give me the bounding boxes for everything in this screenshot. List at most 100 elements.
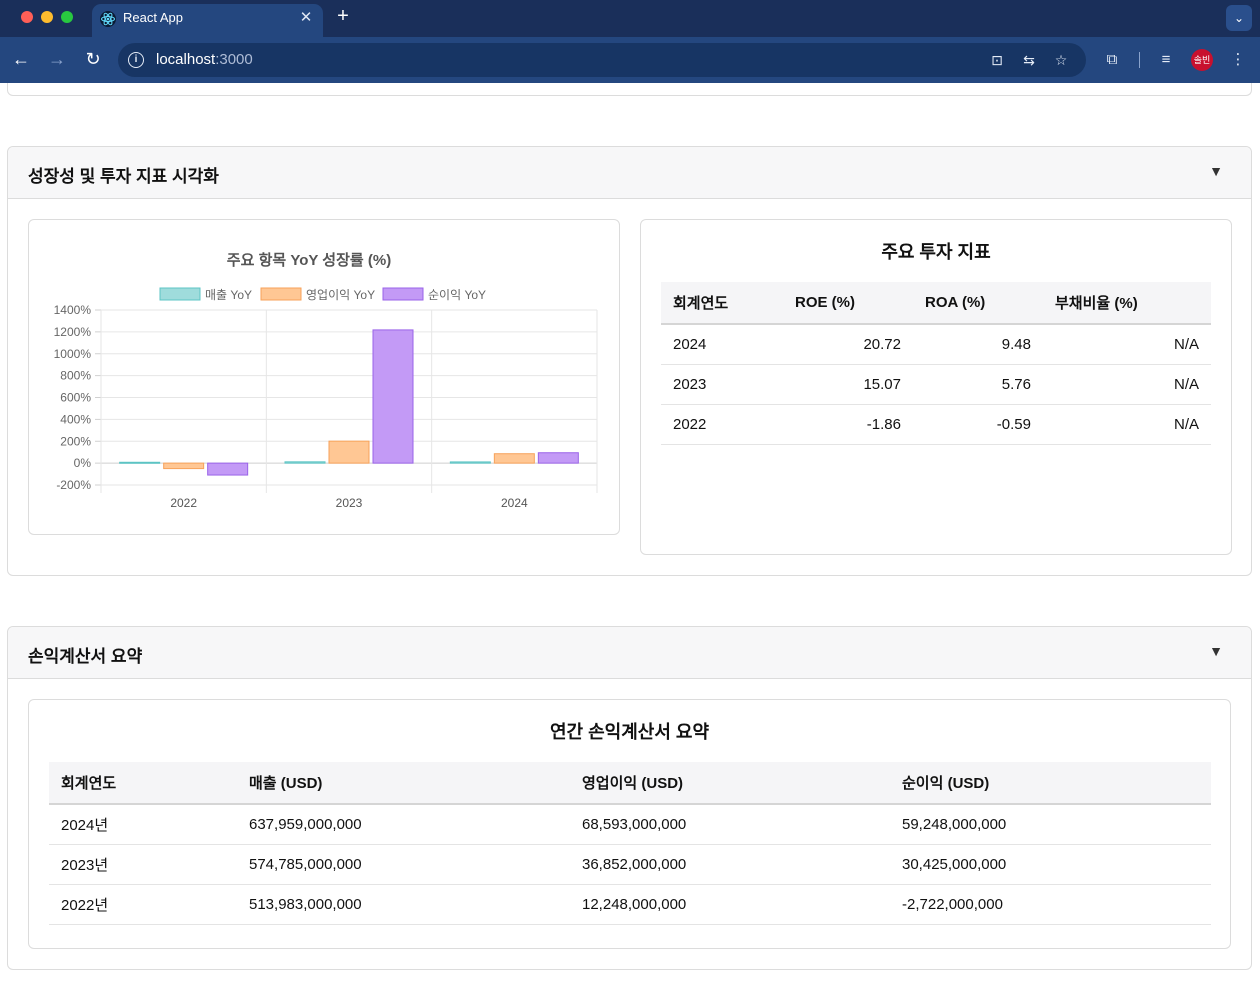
table-row: 2023년 574,785,000,000 36,852,000,000 30,… [49,844,1211,885]
table-header-row: 회계연도 매출 (USD) 영업이익 (USD) 순이익 (USD) [49,762,1211,805]
chart-bar [449,461,491,464]
tab-title: React App [123,10,183,25]
y-axis-ticks: 1400% 1200% 1000% 800% 600% 400% 200% 0% -200% [54,303,92,492]
media-control-icon[interactable]: ≡ [1155,49,1177,71]
legend-swatch [382,287,424,301]
chart-bar [537,452,579,464]
table-cell: 30,425,000,000 [890,844,1211,885]
install-app-icon[interactable]: ⊡ [987,50,1007,70]
column-header: 순이익 (USD) [890,762,1211,805]
table-cell: 2023년 [49,844,237,885]
table-header-row: 회계연도 ROE (%) ROA (%) 부채비율 (%) [661,282,1211,325]
column-header: ROA (%) [913,282,1043,325]
reload-button[interactable]: ↻ [81,47,105,71]
x-tick-label: 2022 [170,496,197,510]
table-cell: 2022년 [49,884,237,925]
table-cell: 637,959,000,000 [237,804,570,845]
income-summary-card: 연간 손익계산서 요약 회계연도 매출 (USD) 영업이익 (USD) 순이익… [28,699,1231,949]
back-button[interactable]: ← [9,47,33,71]
section-header[interactable]: 성장성 및 투자 지표 시각화 ▼ [8,147,1251,199]
tab-search-button[interactable]: ⌄ [1226,5,1252,31]
table-row: 2022 -1.86 -0.59 N/A [661,404,1211,445]
y-tick-label: 600% [60,391,91,405]
collapse-toggle-icon[interactable]: ▼ [1209,163,1223,179]
section-header[interactable]: 손익계산서 요약 ▼ [8,627,1251,679]
yoy-chart-card: 주요 항목 YoY 성장률 (%) 매출 YoY 영업이익 YoY 순이익 YoY … [28,219,620,535]
toolbar-divider [1139,52,1140,68]
legend-swatch [260,287,302,301]
bookmark-star-icon[interactable]: ☆ [1051,50,1071,70]
y-tick-label: 1200% [54,325,92,339]
column-header: 회계연도 [49,762,237,805]
yoy-growth-chart: 주요 항목 YoY 성장률 (%) 매출 YoY 영업이익 YoY 순이익 YoY … [54,251,598,510]
column-header: 부채비율 (%) [1043,282,1211,325]
table-row: 2024년 637,959,000,000 68,593,000,000 59,… [49,804,1211,845]
forward-button[interactable]: → [45,47,69,71]
tab-close-icon[interactable]: ✕ [298,8,314,26]
x-tick-label: 2024 [501,496,528,510]
chart-bar [493,453,535,464]
table-cell: -1.86 [783,404,913,445]
table-cell: 2022 [661,404,783,445]
collapse-toggle-icon[interactable]: ▼ [1209,643,1223,659]
y-tick-label: -200% [56,478,91,492]
extensions-icon[interactable]: ⧉ [1101,49,1123,71]
y-tick-label: 400% [60,412,91,426]
y-tick-label: 1400% [54,303,92,317]
chart-bars [119,329,579,476]
site-info-icon[interactable]: i [128,52,144,68]
table-cell: 2024년 [49,804,237,845]
income-statement-section: 손익계산서 요약 ▼ 연간 손익계산서 요약 회계연도 매출 (USD) 영업이… [7,626,1252,970]
table-cell: 9.48 [913,324,1043,365]
profile-avatar[interactable]: 솔빈 [1191,49,1213,71]
table-row: 2023 15.07 5.76 N/A [661,364,1211,405]
url-port: :3000 [215,51,253,68]
close-window-button[interactable] [21,11,33,23]
new-tab-button[interactable]: + [333,4,353,28]
table-row: 2024 20.72 9.48 N/A [661,324,1211,365]
menu-kebab-icon[interactable]: ⋮ [1227,49,1249,71]
y-tick-label: 1000% [54,347,92,361]
growth-investment-section: 성장성 및 투자 지표 시각화 ▼ 주요 항목 YoY 성장률 (%) 매출 Y… [7,146,1252,576]
minimize-window-button[interactable] [41,11,53,23]
browser-tab[interactable]: React App ✕ [92,4,323,37]
x-axis-ticks: 2022 2023 2024 [170,496,528,510]
address-bar[interactable]: i localhost:3000 ⊡ ⇆ ☆ [118,43,1086,77]
y-tick-label: 800% [60,369,91,383]
x-tick-label: 2023 [336,496,363,510]
chart-bar [207,462,249,476]
investment-metrics-card: 주요 투자 지표 회계연도 ROE (%) ROA (%) 부채비율 (%) 2… [640,219,1232,555]
react-logo-icon [100,11,116,27]
url-host: localhost [156,51,216,68]
table-cell: 20.72 [783,324,913,365]
chart-bar [119,461,161,464]
browser-toolbar: ← → ↻ i localhost:3000 ⊡ ⇆ ☆ ⧉ ≡ 솔빈 ⋮ [0,37,1260,83]
column-header: 회계연도 [661,282,783,325]
browser-tab-bar: React App ✕ + ⌄ [0,0,1260,37]
section-title: 성장성 및 투자 지표 시각화 [28,167,219,186]
column-header: 영업이익 (USD) [570,762,890,805]
chart-bar [372,329,414,464]
table-cell: N/A [1043,364,1211,405]
section-title: 손익계산서 요약 [28,647,143,666]
table-cell: 12,248,000,000 [570,884,890,925]
chart-bar [328,440,370,464]
table-cell: 59,248,000,000 [890,804,1211,845]
legend-label: 영업이익 YoY [306,288,375,302]
table-cell: -0.59 [913,404,1043,445]
card-title: 주요 투자 지표 [881,242,991,262]
previous-section-card [7,83,1252,96]
table-row: 2022년 513,983,000,000 12,248,000,000 -2,… [49,884,1211,925]
legend-swatch [159,287,201,301]
card-title: 연간 손익계산서 요약 [549,722,710,742]
table-cell: 68,593,000,000 [570,804,890,845]
translate-icon[interactable]: ⇆ [1019,50,1039,70]
y-tick-label: 200% [60,434,91,448]
maximize-window-button[interactable] [61,11,73,23]
chart-bar [163,462,205,470]
url-text: localhost:3000 [156,51,253,68]
chart-title: 주요 항목 YoY 성장률 (%) [227,251,391,269]
table-cell: N/A [1043,404,1211,445]
table-cell: 15.07 [783,364,913,405]
table-cell: 513,983,000,000 [237,884,570,925]
